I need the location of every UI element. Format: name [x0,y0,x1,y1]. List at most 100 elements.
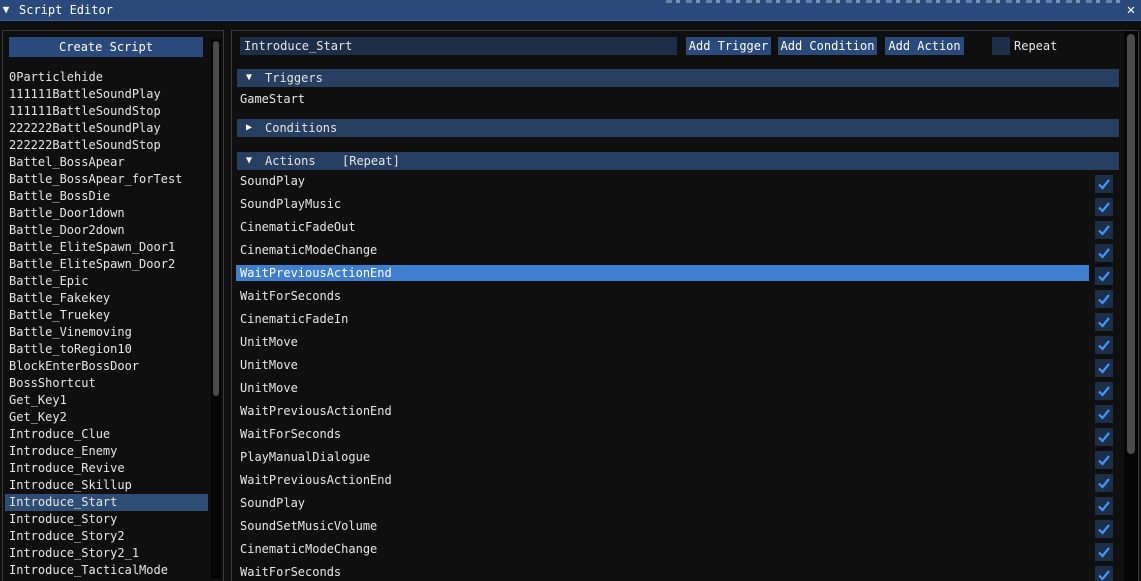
action-name[interactable]: UnitMove [240,357,298,373]
action-enabled-checkbox[interactable] [1095,543,1113,561]
collapse-triangle-icon[interactable]: ▼ [0,3,12,17]
script-list-item[interactable]: 222222BattleSoundPlay [3,120,208,137]
script-list-item[interactable]: Battle_Vinemoving [3,324,208,341]
action-name[interactable]: UnitMove [240,334,298,350]
action-name[interactable]: CinematicModeChange [240,242,377,258]
script-list-item[interactable]: Introduce_TacticalMode [3,562,208,579]
script-list-item[interactable]: Get_Key2 [3,409,208,426]
script-list-item[interactable]: Introduce_Story2_1 [3,545,208,562]
action-enabled-checkbox[interactable] [1095,520,1113,538]
script-list-scrollbar[interactable] [211,39,221,579]
action-enabled-checkbox[interactable] [1095,474,1113,492]
action-name[interactable]: PlayManualDialogue [240,449,370,465]
action-enabled-checkbox[interactable] [1095,359,1113,377]
action-enabled-checkbox[interactable] [1095,221,1113,239]
action-row[interactable]: WaitPreviousActionEnd [232,265,1113,288]
add-condition-button[interactable]: Add Condition [778,37,877,55]
action-name[interactable]: WaitForSeconds [240,426,341,442]
action-enabled-checkbox[interactable] [1095,497,1113,515]
repeat-checkbox[interactable] [992,37,1010,55]
create-script-button[interactable]: Create Script [9,37,203,57]
add-action-button[interactable]: Add Action [885,37,964,55]
script-list-item[interactable]: BossShortcut [3,375,208,392]
action-name[interactable]: CinematicFadeIn [240,311,348,327]
action-row[interactable]: WaitPreviousActionEnd [232,403,1113,426]
script-list-item[interactable]: Battle_EliteSpawn_Door2 [3,256,208,273]
action-row[interactable]: CinematicFadeIn [232,311,1113,334]
triggers-header[interactable]: ▼ Triggers [237,69,1119,87]
script-list-item[interactable]: Battle_Door1down [3,205,208,222]
action-row[interactable]: WaitForSeconds [232,288,1113,311]
action-enabled-checkbox[interactable] [1095,290,1113,308]
action-row[interactable]: WaitForSeconds [232,426,1113,449]
add-trigger-button[interactable]: Add Trigger [686,37,771,55]
action-name[interactable]: WaitPreviousActionEnd [236,265,1089,281]
action-name[interactable]: SoundPlay [240,173,305,189]
script-list-item[interactable]: Introduce_Start [5,494,208,511]
title-bar[interactable]: ▼ Script Editor ✕ [0,0,1141,21]
action-name[interactable]: WaitForSeconds [240,288,341,304]
script-list-item[interactable]: Introduce_Story2 [3,528,208,545]
script-list-scroll-thumb[interactable] [213,41,219,396]
script-list-item[interactable]: BlockEnterBossDoor [3,358,208,375]
script-list-item[interactable]: Introduce_Enemy [3,443,208,460]
action-name[interactable]: WaitPreviousActionEnd [240,403,392,419]
action-name[interactable]: WaitPreviousActionEnd [240,472,392,488]
action-enabled-checkbox[interactable] [1095,244,1113,262]
trigger-item[interactable]: GameStart [240,91,305,107]
action-row[interactable]: CinematicModeChange [232,242,1113,265]
script-list-item[interactable]: Battle_Epic [3,273,208,290]
script-list-item[interactable]: Introduce_Skillup [3,477,208,494]
action-name[interactable]: SoundSetMusicVolume [240,518,377,534]
action-name[interactable]: SoundPlayMusic [240,196,341,212]
action-row[interactable]: CinematicModeChange [232,541,1113,564]
script-list-item[interactable]: Introduce_Clue [3,426,208,443]
action-name[interactable]: SoundPlay [240,495,305,511]
action-row[interactable]: CinematicFadeOut [232,219,1113,242]
action-enabled-checkbox[interactable] [1095,382,1113,400]
action-enabled-checkbox[interactable] [1095,405,1113,423]
action-row[interactable]: WaitPreviousActionEnd [232,472,1113,495]
script-name-input[interactable]: Introduce_Start [240,37,677,55]
detail-scroll-thumb[interactable] [1127,34,1135,454]
action-name[interactable]: WaitForSeconds [240,564,341,580]
script-list-item[interactable]: Battle_Fakekey [3,290,208,307]
script-list-item[interactable]: Battle_EliteSpawn_Door1 [3,239,208,256]
script-list-item[interactable]: 0Particlehide [3,69,208,86]
script-list-item[interactable]: Introduce_Story [3,511,208,528]
actions-header[interactable]: ▼ Actions [Repeat] [237,152,1119,170]
detail-scrollbar[interactable] [1124,31,1138,581]
script-list-item[interactable]: 111111BattleSoundStop [3,103,208,120]
script-list-item[interactable]: Battle_toRegion10 [3,341,208,358]
action-name[interactable]: CinematicFadeOut [240,219,356,235]
action-row[interactable]: UnitMove [232,380,1113,403]
action-name[interactable]: UnitMove [240,380,298,396]
action-enabled-checkbox[interactable] [1095,566,1113,581]
action-enabled-checkbox[interactable] [1095,198,1113,216]
action-enabled-checkbox[interactable] [1095,175,1113,193]
script-list-item[interactable]: 111111BattleSoundPlay [3,86,208,103]
script-list-item[interactable]: 222222BattleSoundStop [3,137,208,154]
action-enabled-checkbox[interactable] [1095,267,1113,285]
action-row[interactable]: SoundPlayMusic [232,196,1113,219]
action-row[interactable]: SoundSetMusicVolume [232,518,1113,541]
action-enabled-checkbox[interactable] [1095,428,1113,446]
script-list-item[interactable]: Battle_Truekey [3,307,208,324]
script-list-item[interactable]: Get_Key1 [3,392,208,409]
action-row[interactable]: UnitMove [232,357,1113,380]
script-list-item[interactable]: Battle_BossDie [3,188,208,205]
action-row[interactable]: UnitMove [232,334,1113,357]
script-list-item[interactable]: Battle_Door2down [3,222,208,239]
action-enabled-checkbox[interactable] [1095,313,1113,331]
close-icon[interactable]: ✕ [1124,2,1138,18]
script-list-item[interactable]: Introduce_Revive [3,460,208,477]
action-row[interactable]: SoundPlay [232,173,1113,196]
action-name[interactable]: CinematicModeChange [240,541,377,557]
conditions-header[interactable]: ▶ Conditions [237,119,1119,137]
action-row[interactable]: SoundPlay [232,495,1113,518]
script-list-item[interactable]: Battel_BossApear [3,154,208,171]
action-enabled-checkbox[interactable] [1095,336,1113,354]
action-row[interactable]: WaitForSeconds [232,564,1113,581]
script-list-item[interactable]: Battle_BossApear_forTest [3,171,208,188]
action-enabled-checkbox[interactable] [1095,451,1113,469]
